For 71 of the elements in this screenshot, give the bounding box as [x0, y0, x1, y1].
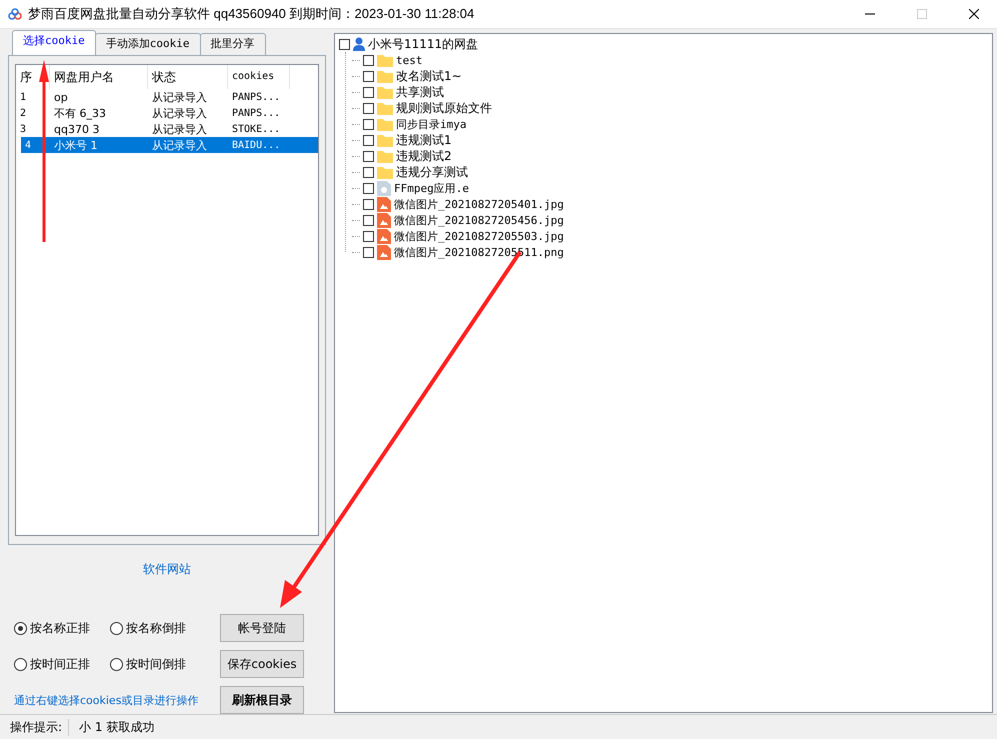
checkbox[interactable] — [363, 102, 374, 114]
radio-button[interactable] — [110, 622, 123, 634]
tree-node-label[interactable]: 微信图片_20210827205511.png — [394, 244, 564, 260]
save-cookies-button[interactable]: 保存cookies — [220, 650, 304, 678]
column-header[interactable]: 状态 — [152, 70, 176, 84]
tree-node-label[interactable]: 微信图片_20210827205401.jpg — [394, 196, 564, 212]
tree-node-label[interactable]: 规则测试原始文件 — [396, 100, 492, 116]
column-header[interactable]: cookies — [232, 71, 274, 82]
login-button[interactable]: 帐号登陆 — [220, 614, 304, 642]
tree-node-label[interactable]: 违规测试1 — [396, 132, 452, 148]
close-icon — [969, 9, 979, 19]
image-file-icon — [377, 212, 391, 228]
folder-icon — [377, 102, 393, 114]
folder-icon — [377, 118, 393, 130]
tab[interactable]: 批里分享 — [200, 33, 266, 55]
app-logo-icon — [8, 8, 22, 20]
folder-icon — [377, 150, 393, 162]
tree-node-label[interactable]: FFmpeg应用.e — [394, 180, 469, 196]
maximize-icon — [917, 9, 927, 19]
tab[interactable]: 选择cookie — [12, 30, 96, 55]
folder-icon — [377, 86, 393, 98]
status-label: 操作提示: — [10, 718, 70, 736]
checkbox[interactable] — [363, 118, 374, 130]
checkbox[interactable] — [363, 230, 374, 242]
checkbox[interactable] — [363, 182, 374, 194]
user-icon — [353, 37, 365, 51]
sort-radio[interactable]: 按名称正排 — [14, 620, 110, 636]
tree-node-label[interactable]: 共享测试 — [396, 84, 444, 100]
folder-icon — [377, 134, 393, 146]
checkbox[interactable] — [363, 214, 374, 226]
window-title: 梦雨百度网盘批量自动分享软件 qq43560940 到期时间：2023-01-30 11:28:04 — [28, 5, 476, 23]
folder-icon — [377, 70, 393, 82]
checkbox[interactable] — [363, 198, 374, 210]
checkbox[interactable] — [363, 246, 374, 258]
column-header[interactable]: 网盘用户名 — [54, 70, 114, 84]
checkbox[interactable] — [363, 70, 374, 82]
refresh-button[interactable]: 刷新根目录 — [220, 686, 304, 714]
table-row[interactable]: 2 不有 6_33 从记录导入 PANPS... — [16, 105, 318, 121]
tree-node-label[interactable]: 小米号11111的网盘 — [368, 36, 478, 52]
sort-radio[interactable]: 按时间倒排 — [110, 656, 220, 672]
sort-radio[interactable]: 按时间正排 — [14, 656, 110, 672]
status-message: 小 1 获取成功 — [79, 718, 154, 736]
tree-node-label[interactable]: 违规分享测试 — [396, 164, 468, 180]
radio-button[interactable] — [14, 658, 27, 670]
table-row[interactable]: 1 op 从记录导入 PANPS... — [16, 89, 318, 105]
sort-radio[interactable]: 按名称倒排 — [110, 620, 220, 636]
checkbox[interactable] — [339, 38, 350, 50]
table-row[interactable]: 4 小米号 1 从记录导入 BAIDU... — [21, 137, 318, 153]
table-row[interactable]: 3 qq370 3 从记录导入 STOKE... — [16, 121, 318, 137]
hint-link[interactable]: 通过右键选择cookies或目录进行操作 — [14, 692, 220, 708]
checkbox[interactable] — [363, 54, 374, 66]
checkbox[interactable] — [363, 166, 374, 178]
image-file-icon — [377, 228, 391, 244]
image-file-icon — [377, 244, 391, 260]
file-icon — [377, 180, 391, 196]
checkbox[interactable] — [363, 150, 374, 162]
tree-node-label[interactable]: 微信图片_20210827205503.jpg — [394, 228, 564, 244]
checkbox[interactable] — [363, 86, 374, 98]
radio-button[interactable] — [14, 622, 27, 634]
image-file-icon — [377, 196, 391, 212]
tree-node-label[interactable]: 微信图片_20210827205456.jpg — [394, 212, 564, 228]
tree-node-label[interactable]: 改名测试1~ — [396, 68, 462, 84]
folder-icon — [377, 166, 393, 178]
tree-node-label[interactable]: test — [396, 54, 422, 66]
website-link[interactable]: 软件网站 — [143, 562, 191, 576]
checkbox[interactable] — [363, 134, 374, 146]
folder-icon — [377, 54, 393, 66]
column-header[interactable]: 序 — [20, 70, 32, 84]
tree-node-label[interactable]: 违规测试2 — [396, 148, 452, 164]
radio-button[interactable] — [110, 658, 123, 670]
tree-node-label[interactable]: 同步目录imya — [396, 116, 466, 132]
